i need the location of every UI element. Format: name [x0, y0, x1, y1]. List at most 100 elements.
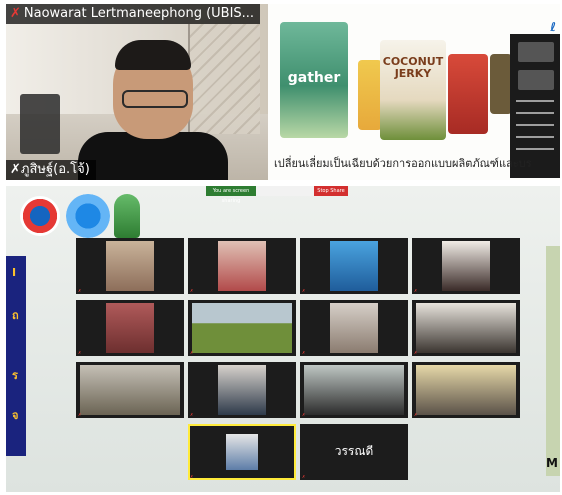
mic-muted-icon: ✗ [414, 350, 418, 355]
participant-tile-label: ✗ [190, 350, 193, 355]
participant-tile-label: ✗ [78, 412, 81, 417]
mic-muted-icon: ✗ [10, 162, 21, 177]
participant-tile[interactable]: ✗ [76, 362, 184, 418]
participant-video [106, 241, 154, 291]
mic-muted-icon: ✗ [78, 412, 82, 417]
mic-muted-icon: ✗ [190, 412, 194, 417]
participant-video [330, 303, 378, 353]
staircase [188, 24, 260, 134]
product-bag-coconut: COCONUT JERKY [380, 40, 446, 140]
speaker-video[interactable]: ✗ Naowarat Lertmaneephong (UBIS... ✗ภูสิษ… [6, 4, 268, 180]
product-label: gather [287, 70, 341, 86]
list-line [516, 124, 554, 126]
participant-grid: ✗ ✗ ✗ ✗ ✗ ✗ ✗ ✗ ✗ ✗ ✗ ✗ ✗ วรรณดี ✗ [32, 238, 542, 482]
thumbnail[interactable] [518, 42, 554, 62]
shared-screen[interactable]: gather COCONUT JERKY ℓ เปลี่ยนเลี่ยมเป็น… [268, 4, 560, 180]
mic-muted-icon: ✗ [78, 350, 82, 355]
participant-video [80, 365, 180, 415]
screen-share-banner: You are screen sharing [206, 186, 256, 204]
participant-tile[interactable]: ✗ [300, 300, 408, 356]
participant-tile[interactable]: ✗ [188, 300, 296, 356]
logo-icon: ℓ [550, 20, 556, 34]
participant-tile-label: ✗ [302, 350, 305, 355]
mic-muted-icon: ✗ [302, 288, 306, 293]
participant-display-name: วรรณดี [334, 444, 374, 458]
participant-tile[interactable]: ✗ [188, 424, 296, 480]
mic-muted-icon: ✗ [414, 412, 418, 417]
speaker-label-bar: ✗ภูสิษฐ์(อ.โจ้) [6, 160, 96, 180]
slide-right-strip: M [546, 246, 560, 476]
sidebar-glyph: I [12, 266, 17, 279]
participant-video [304, 365, 404, 415]
participant-tile-label: ✗ [190, 474, 193, 479]
participant-video [192, 303, 292, 353]
product-bag-red [448, 54, 488, 134]
participant-name: Naowarat Lertmaneephong (UBIS... [23, 6, 255, 21]
stop-share-button[interactable]: Stop Share [314, 186, 348, 196]
participant-tile-label: ✗ [302, 288, 305, 293]
participant-tile[interactable]: วรรณดี ✗ [300, 424, 408, 480]
sidebar-glyph: ร [12, 369, 18, 382]
list-line [516, 112, 554, 114]
participant-video [416, 303, 516, 353]
speaker-body [78, 132, 228, 180]
mic-muted-icon: ✗ [10, 6, 21, 21]
participant-tile-label: ✗ [414, 288, 417, 293]
product-label: COCONUT JERKY [382, 55, 444, 80]
participant-tile[interactable]: ✗ [412, 238, 520, 294]
sidebar-glyph: ถ [12, 309, 19, 322]
emblem-icon [20, 196, 60, 236]
slide-caption: เปลี่ยนเลี่ยมเป็นเฉียบด้วยการออกแบบผลิตภ… [274, 157, 532, 170]
participant-tile[interactable]: ✗ [76, 300, 184, 356]
participant-tile[interactable]: ✗ [300, 238, 408, 294]
participant-video [330, 241, 378, 291]
participant-tile[interactable]: ✗ [188, 362, 296, 418]
speaker-hair [115, 40, 191, 70]
mic-muted-icon: ✗ [78, 288, 82, 293]
speaker-glasses [122, 90, 188, 108]
mic-muted-icon: ✗ [190, 350, 194, 355]
participant-tile[interactable]: ✗ [300, 362, 408, 418]
mic-muted-icon: ✗ [302, 350, 306, 355]
sidebar-glyph: จ [12, 409, 19, 422]
mic-muted-icon: ✗ [190, 288, 194, 293]
plant-icon [114, 194, 140, 238]
emblem-icon [66, 194, 110, 238]
speaker-label: ภูสิษฐ์(อ.โจ้) [20, 162, 90, 177]
participant-tile[interactable]: ✗ [76, 238, 184, 294]
participant-tile[interactable]: ✗ [412, 362, 520, 418]
participant-tile-label: ✗ [414, 350, 417, 355]
list-line [516, 136, 554, 138]
mic-muted-icon: ✗ [414, 288, 418, 293]
participant-tile[interactable]: ✗ [188, 238, 296, 294]
participant-video [416, 365, 516, 415]
screen-share-toolbar: You are screen sharing Stop Share [206, 186, 348, 204]
mic-muted-icon: ✗ [190, 474, 194, 479]
list-line [516, 148, 554, 150]
participant-video [106, 303, 154, 353]
participant-tile-label: ✗ [302, 474, 305, 479]
list-line [516, 100, 554, 102]
participant-tile[interactable]: ✗ [412, 300, 520, 356]
thumbnail[interactable] [518, 70, 554, 90]
participant-video [442, 241, 490, 291]
slide-letter: M [546, 456, 558, 470]
lamp [20, 94, 60, 154]
participant-tile-label: ✗ [302, 412, 305, 417]
participant-tile-label: ✗ [78, 350, 81, 355]
participant-tile-label: ✗ [190, 412, 193, 417]
participant-tile-label: ✗ [78, 288, 81, 293]
slide-sidebar: I ถ ร จ [6, 256, 26, 456]
participant-tile-label: ✗ [190, 288, 193, 293]
product-bag-small [358, 60, 382, 130]
mic-muted-icon: ✗ [302, 412, 306, 417]
participant-name-bar: ✗ Naowarat Lertmaneephong (UBIS... [6, 4, 261, 24]
mic-muted-icon: ✗ [302, 474, 306, 479]
participant-video [218, 365, 266, 415]
product-bag-gather: gather [280, 22, 348, 138]
participant-video [218, 241, 266, 291]
participant-tile-label: ✗ [414, 412, 417, 417]
product-bag-brown [490, 54, 512, 114]
gallery-view[interactable]: You are screen sharing Stop Share I ถ ร … [6, 186, 560, 492]
